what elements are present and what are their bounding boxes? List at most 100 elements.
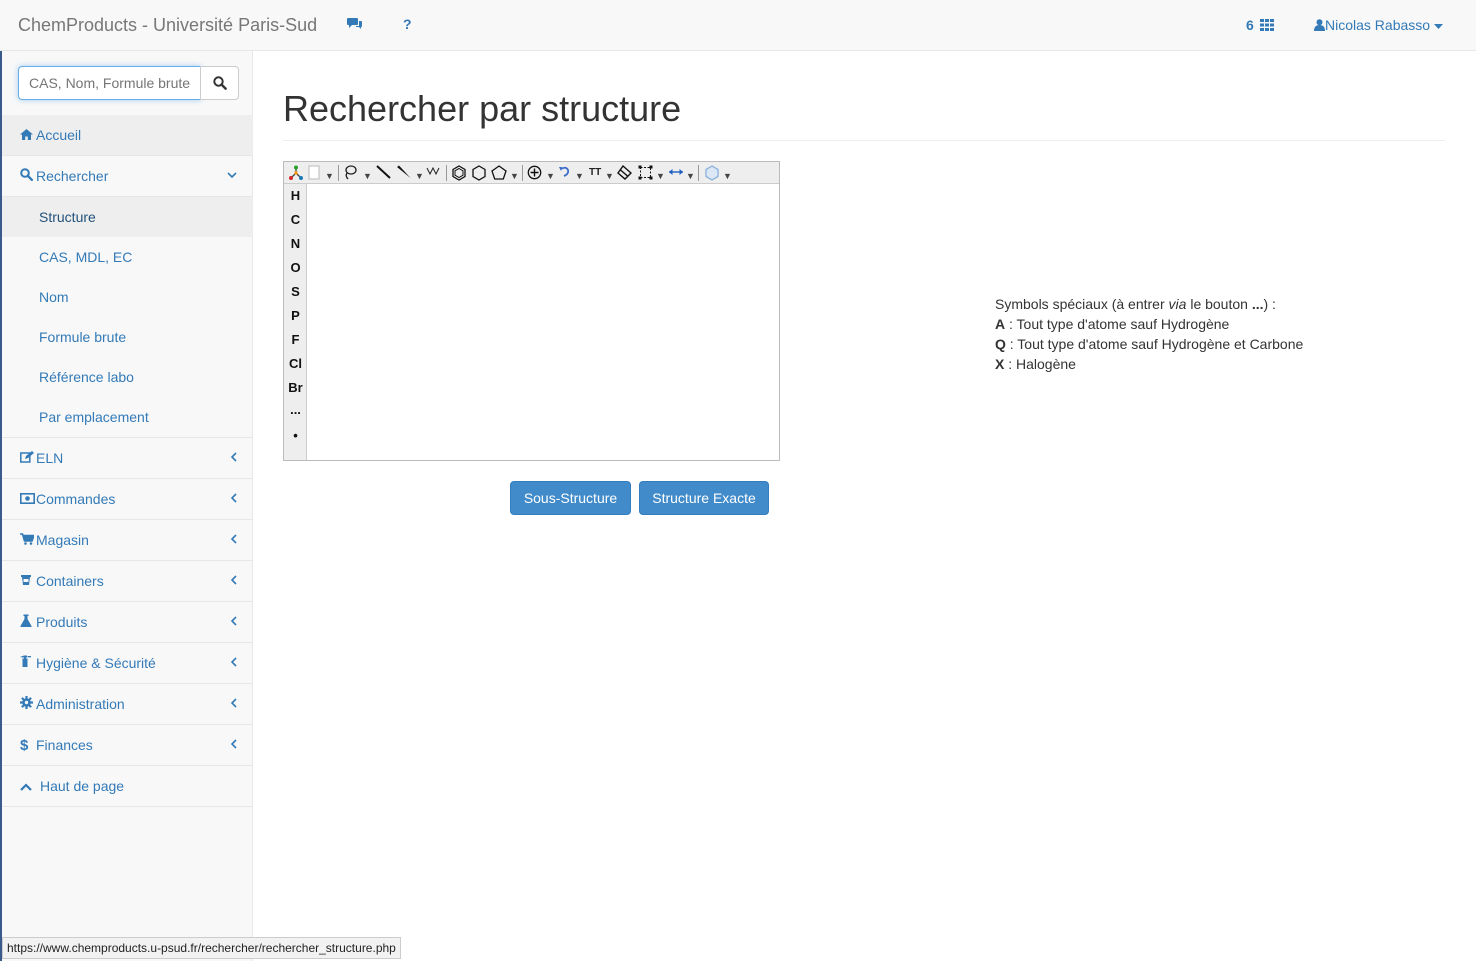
eraser-icon[interactable] bbox=[617, 164, 633, 184]
cyclopentane-icon[interactable] bbox=[491, 165, 507, 184]
sidebar-subitem-par-emplacement[interactable]: Par emplacement bbox=[2, 397, 253, 437]
user-menu[interactable]: Nicolas Rabasso bbox=[1314, 17, 1443, 33]
dollar-icon: $ bbox=[20, 737, 29, 754]
sidebar-subitem-reference-labo[interactable]: Référence labo bbox=[2, 357, 253, 397]
cyclohexane-icon[interactable] bbox=[471, 165, 487, 185]
info-intro-pre: Symbols spéciaux (à entrer bbox=[995, 296, 1169, 312]
chevron-left-icon bbox=[230, 561, 237, 602]
extinguisher-icon bbox=[20, 644, 36, 685]
charge-plus-icon[interactable] bbox=[527, 165, 542, 184]
atom-button-o[interactable]: O bbox=[284, 260, 307, 275]
search-input[interactable] bbox=[18, 66, 201, 100]
sidebar-item-containers[interactable]: Containers bbox=[2, 561, 253, 602]
atom-button-radical[interactable]: • bbox=[284, 428, 307, 443]
info-line: A : Tout type d'atome sauf Hydrogène bbox=[995, 314, 1303, 334]
dropdown-arrow-icon[interactable]: ▼ bbox=[575, 168, 584, 184]
sidebar-item-label: Commandes bbox=[36, 491, 116, 507]
sidebar-item-commandes[interactable]: Commandes bbox=[2, 479, 253, 520]
sidebar-search bbox=[18, 66, 239, 100]
top-navbar: ChemProducts - Université Paris-Sud ? 6 … bbox=[0, 0, 1476, 51]
sous-structure-button[interactable]: Sous-Structure bbox=[510, 481, 631, 515]
sidebar-subitem-nom[interactable]: Nom bbox=[2, 277, 253, 317]
sidebar-item-accueil[interactable]: Accueil bbox=[2, 115, 253, 156]
dropdown-arrow-icon[interactable]: ▼ bbox=[363, 168, 372, 184]
sidebar-item-magasin[interactable]: Magasin bbox=[2, 520, 253, 561]
sidebar-subitem-formule-brute[interactable]: Formule brute bbox=[2, 317, 253, 357]
info-intro-dots: ... bbox=[1251, 296, 1264, 312]
sidebar-item-administration[interactable]: Administration bbox=[2, 684, 253, 725]
chevron-left-icon bbox=[230, 520, 237, 561]
chevron-up-icon bbox=[20, 767, 40, 808]
info-intro: Symbols spéciaux (à entrer via le bouton… bbox=[995, 294, 1303, 314]
sidebar-item-label: Hygiène & Sécurité bbox=[36, 655, 156, 671]
atom-button-f[interactable]: F bbox=[284, 332, 307, 347]
sidebar-item-hygiene-securite[interactable]: Hygiène & Sécurité bbox=[2, 643, 253, 684]
chain-icon[interactable] bbox=[426, 165, 442, 181]
sidebar-subitem-cas-mdl-ec[interactable]: CAS, MDL, EC bbox=[2, 237, 253, 277]
atom-button-n[interactable]: N bbox=[284, 236, 307, 251]
chevron-left-icon bbox=[230, 479, 237, 520]
new-document-icon[interactable] bbox=[308, 165, 320, 184]
search-icon bbox=[20, 157, 36, 198]
flask-icon bbox=[20, 603, 36, 644]
structure-editor[interactable]: ▼ ▼ ▼ ▼ ▼ ▼ TT ▼ ▼ ▼ ▼ H C N O S P F Cl … bbox=[283, 161, 780, 461]
caret-down-icon bbox=[1433, 24, 1443, 29]
info-key: Q bbox=[995, 336, 1006, 352]
search-button[interactable] bbox=[200, 66, 239, 100]
bond-wedge-icon[interactable] bbox=[396, 165, 411, 183]
grid-icon bbox=[1259, 19, 1274, 31]
sidebar-item-produits[interactable]: Produits bbox=[2, 602, 253, 643]
select-all-icon[interactable] bbox=[638, 165, 653, 184]
comments-icon[interactable] bbox=[347, 16, 363, 33]
sidebar-item-eln[interactable]: ELN bbox=[2, 438, 253, 479]
chevron-left-icon bbox=[230, 725, 237, 766]
help-link[interactable]: ? bbox=[403, 16, 412, 32]
sidebar-item-rechercher[interactable]: Rechercher bbox=[2, 156, 253, 197]
dropdown-arrow-icon[interactable]: ▼ bbox=[546, 168, 555, 184]
3d-view-icon[interactable] bbox=[704, 165, 720, 185]
toolbar-separator bbox=[338, 165, 339, 181]
dropdown-arrow-icon[interactable]: ▼ bbox=[656, 168, 665, 184]
sidebar-item-label: Produits bbox=[36, 614, 88, 630]
info-line: Q : Tout type d'atome sauf Hydrogène et … bbox=[995, 334, 1303, 354]
sidebar-subitem-structure[interactable]: Structure bbox=[2, 197, 253, 237]
sidebar-item-label: Containers bbox=[36, 573, 104, 589]
toolbar-separator bbox=[522, 165, 523, 181]
info-text: : Halogène bbox=[1004, 356, 1076, 372]
title-divider bbox=[283, 140, 1445, 141]
sidebar-item-finances[interactable]: $ Finances bbox=[2, 725, 253, 766]
atom-button-br[interactable]: Br bbox=[284, 380, 307, 395]
lasso-icon[interactable] bbox=[343, 165, 357, 184]
sidebar-item-label: Haut de page bbox=[40, 778, 125, 794]
atom-button-c[interactable]: C bbox=[284, 212, 307, 227]
undo-icon[interactable] bbox=[558, 165, 570, 182]
flip-icon[interactable] bbox=[668, 165, 684, 181]
text-tool-icon[interactable]: TT bbox=[589, 165, 601, 181]
dropdown-arrow-icon[interactable]: ▼ bbox=[686, 168, 695, 184]
dropdown-arrow-icon[interactable]: ▼ bbox=[325, 168, 334, 184]
atom-button-more[interactable]: ... bbox=[284, 402, 307, 417]
app-logo-icon[interactable] bbox=[288, 165, 304, 185]
sidebar-item-haut-de-page[interactable]: Haut de page bbox=[2, 766, 253, 807]
benzene-icon[interactable] bbox=[451, 165, 467, 185]
dropdown-arrow-icon[interactable]: ▼ bbox=[605, 168, 614, 184]
info-intro-post: ) : bbox=[1263, 296, 1276, 312]
dropdown-arrow-icon[interactable]: ▼ bbox=[723, 168, 732, 184]
bond-single-icon[interactable] bbox=[376, 165, 391, 183]
drawing-canvas[interactable] bbox=[308, 184, 779, 460]
sidebar-item-label: Magasin bbox=[36, 532, 89, 548]
toolbar-separator bbox=[446, 165, 447, 181]
atom-palette: H C N O S P F Cl Br ... • bbox=[284, 184, 307, 460]
editor-toolbar: ▼ ▼ ▼ ▼ ▼ ▼ TT ▼ ▼ ▼ ▼ bbox=[284, 162, 779, 184]
grid-count-link[interactable]: 6 bbox=[1246, 17, 1274, 33]
atom-button-p[interactable]: P bbox=[284, 308, 307, 323]
atom-button-h[interactable]: H bbox=[284, 188, 307, 203]
status-bar-url: https://www.chemproducts.u-psud.fr/reche… bbox=[2, 937, 401, 959]
atom-button-s[interactable]: S bbox=[284, 284, 307, 299]
atom-button-cl[interactable]: Cl bbox=[284, 356, 307, 371]
dropdown-arrow-icon[interactable]: ▼ bbox=[510, 168, 519, 184]
edit-icon bbox=[20, 439, 36, 480]
dropdown-arrow-icon[interactable]: ▼ bbox=[415, 168, 424, 184]
structure-exacte-button[interactable]: Structure Exacte bbox=[639, 481, 769, 515]
brand-title[interactable]: ChemProducts - Université Paris-Sud bbox=[18, 15, 317, 36]
